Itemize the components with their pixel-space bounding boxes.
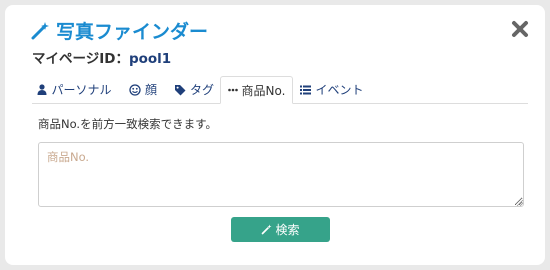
magic-wand-icon — [262, 224, 272, 235]
tag-icon — [174, 84, 186, 95]
list-icon — [300, 85, 312, 94]
product-no-input[interactable] — [38, 142, 524, 207]
mypage-id-label: マイページID： — [32, 51, 129, 67]
mypage-id: マイページID：pool1 — [32, 47, 171, 67]
tab-tag-label: タグ — [189, 83, 214, 97]
tab-event[interactable]: イベント — [296, 76, 368, 103]
tab-tag[interactable]: タグ — [169, 76, 219, 103]
close-icon[interactable] — [510, 19, 530, 39]
tab-personal-label: パーソナル — [51, 83, 112, 97]
search-tabs: パーソナル 顔 タグ 商品No. イベント — [32, 76, 528, 104]
tab-personal[interactable]: パーソナル — [32, 76, 117, 103]
tab-product-no-label: 商品No. — [241, 83, 286, 98]
smile-icon — [129, 83, 141, 96]
tab-product-no[interactable]: 商品No. — [220, 76, 293, 104]
photo-finder-dialog: 写真ファインダー マイページID：pool1 パーソナル 顔 タグ 商品No. … — [5, 5, 545, 265]
tab-event-label: イベント — [315, 83, 364, 97]
tab-face[interactable]: 顔 — [120, 76, 166, 103]
mypage-id-value: pool1 — [128, 51, 172, 67]
ellipsis-icon — [227, 88, 238, 92]
magic-wand-icon — [31, 21, 49, 39]
dialog-title: 写真ファインダー — [30, 17, 208, 44]
search-button[interactable]: 検索 — [231, 217, 330, 242]
tab-face-label: 顔 — [144, 83, 157, 97]
dialog-title-text: 写真ファインダー — [56, 21, 209, 43]
user-icon — [37, 84, 47, 95]
search-button-label: 検索 — [275, 223, 300, 237]
search-description: 商品No.を前方一致検索できます。 — [38, 117, 217, 131]
